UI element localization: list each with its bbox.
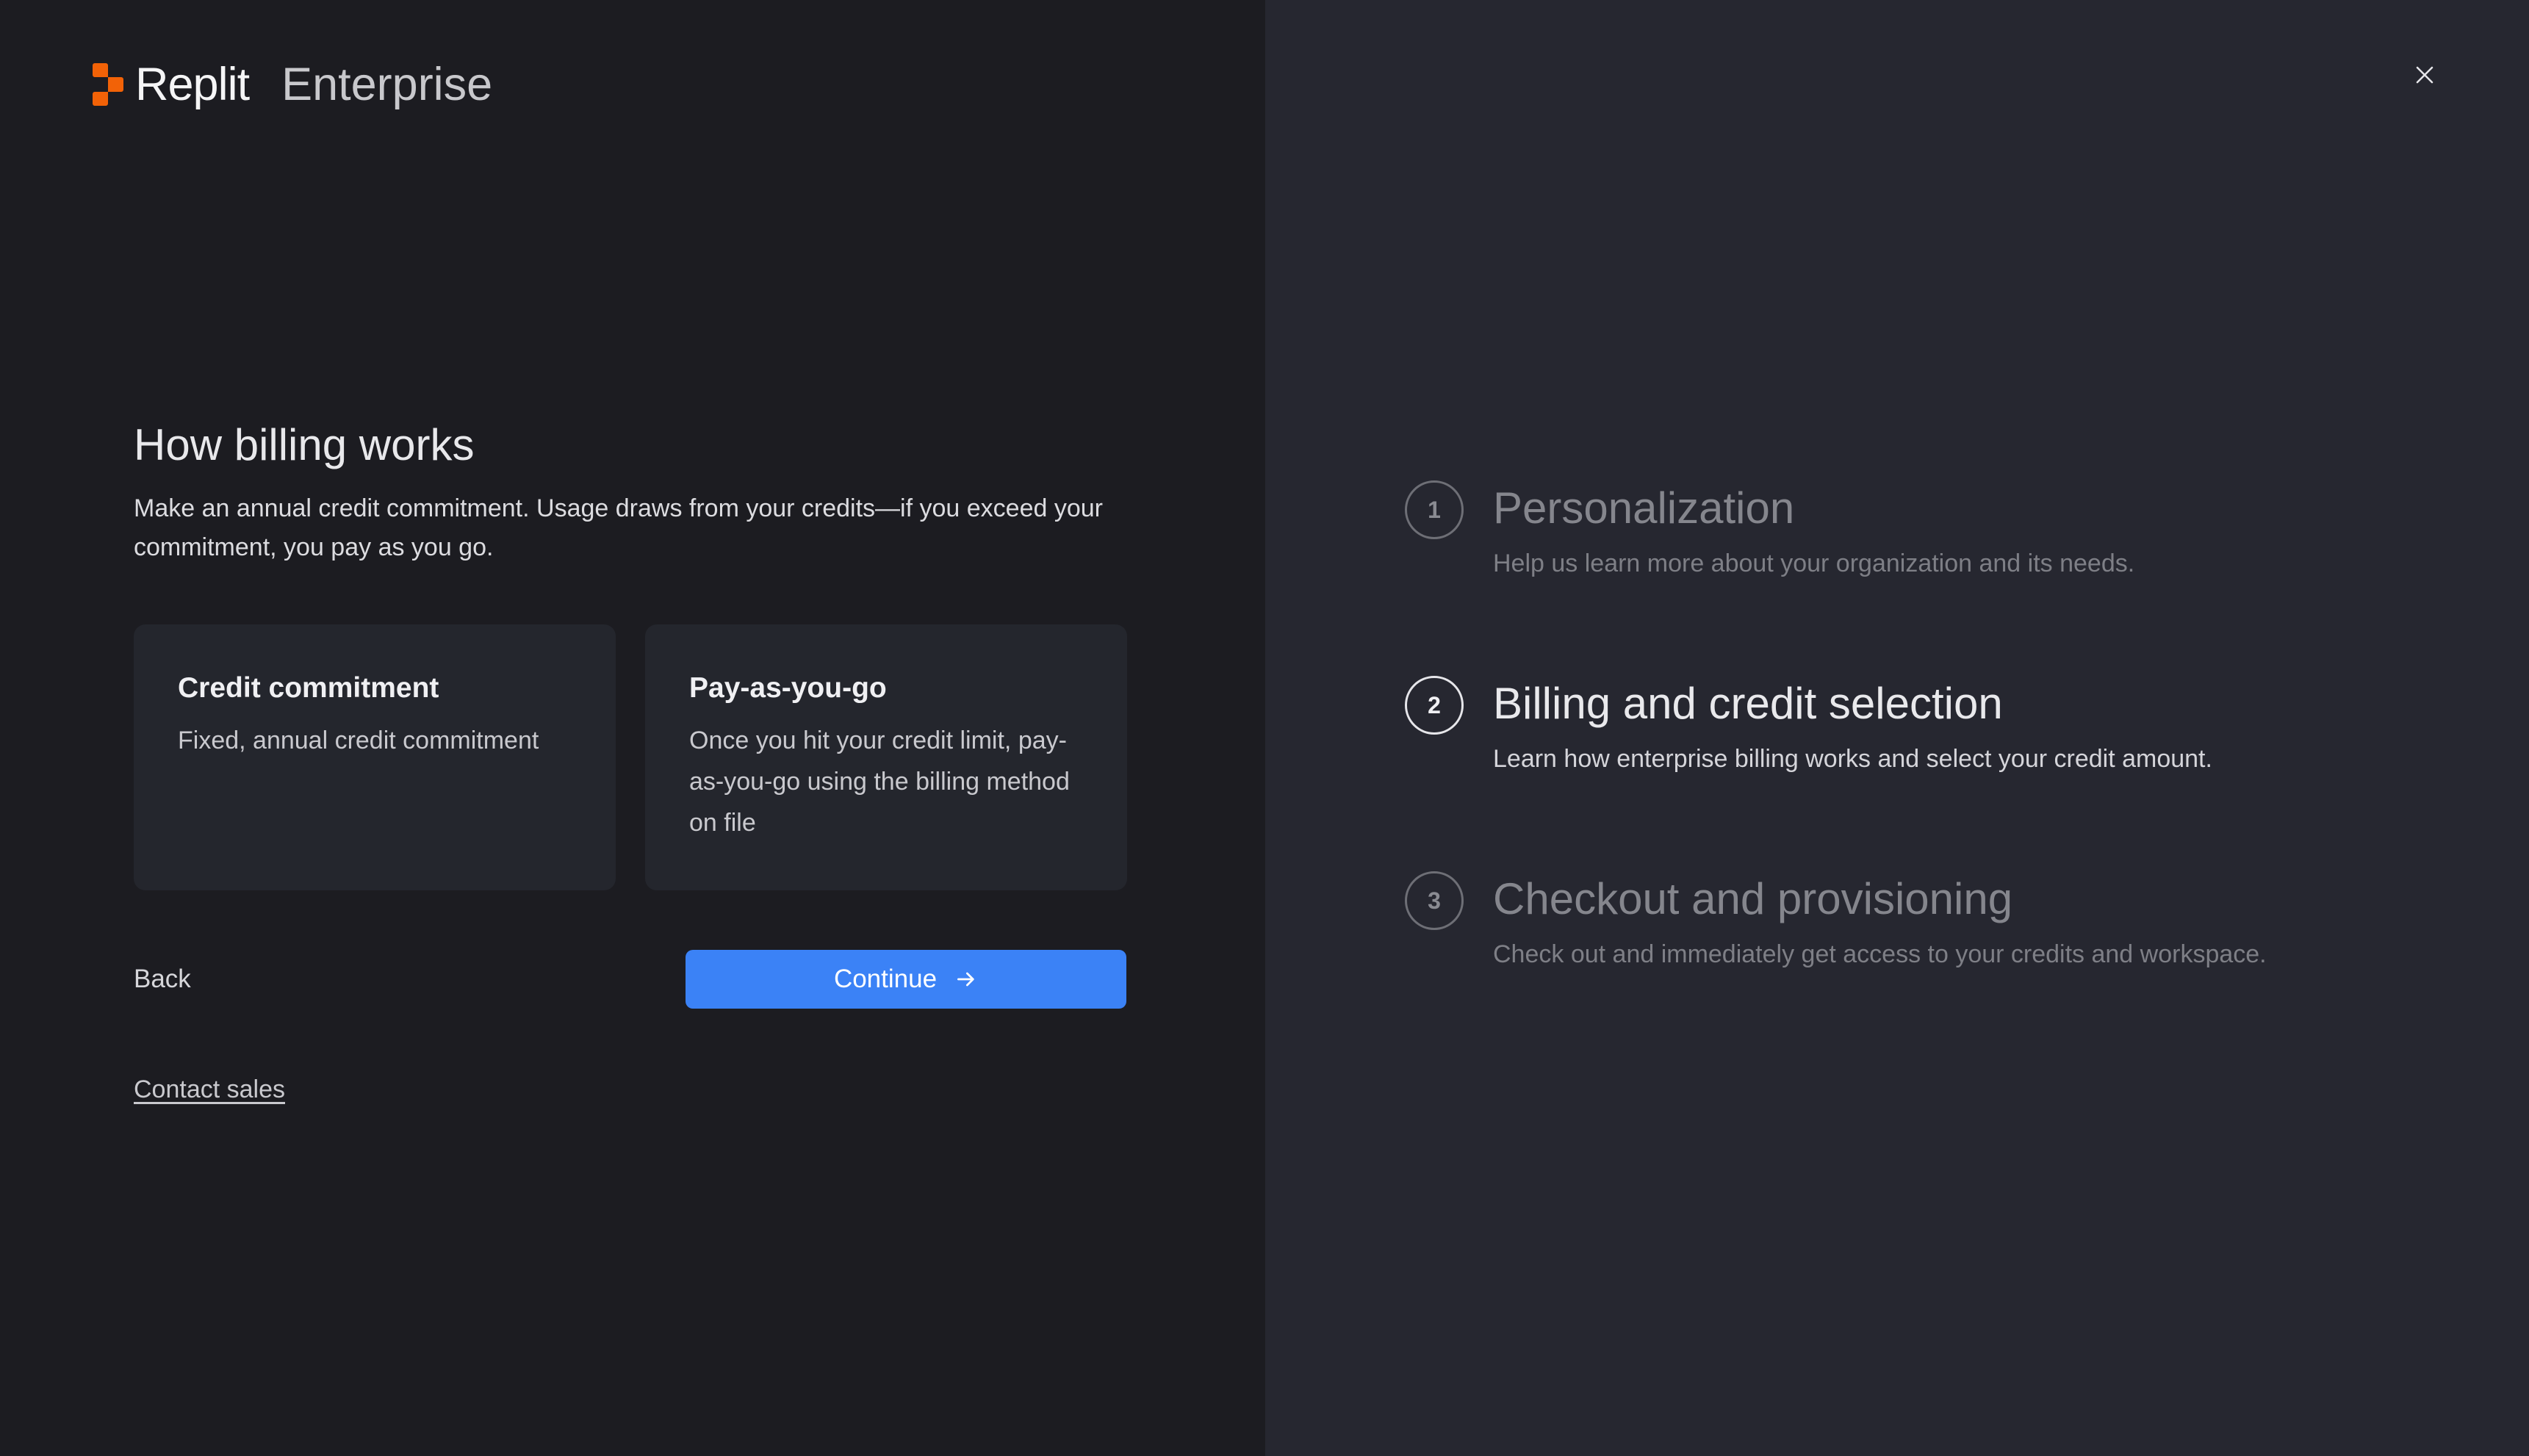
pay-as-you-go-card: Pay-as-you-go Once you hit your credit l… [645, 624, 1127, 890]
page-intro: Make an annual credit commitment. Usage … [134, 494, 1103, 561]
brand-product-name: Enterprise [281, 58, 493, 110]
step-description: Learn how enterprise billing works and s… [1493, 745, 2212, 773]
close-icon [2416, 66, 2433, 84]
step-number-badge: 3 [1405, 871, 1464, 930]
step-number-badge: 2 [1405, 676, 1464, 735]
left-panel: Replit Enterprise How billing works Make… [0, 0, 1265, 1456]
brand-wordmark: Replit [135, 58, 250, 110]
step-description: Help us learn more about your organizati… [1493, 549, 2135, 577]
card-description: Fixed, annual credit commitment [178, 727, 539, 754]
contact-sales-link[interactable]: Contact sales [134, 1071, 285, 1108]
card-title: Credit commitment [178, 672, 439, 704]
step-title: Checkout and provisioning [1493, 874, 2013, 923]
step-title: Personalization [1493, 483, 1795, 533]
card-description: Once you hit your credit limit, pay-as-y… [689, 727, 1070, 837]
step-description: Check out and immediately get access to … [1493, 940, 2267, 968]
step-number-badge: 1 [1405, 480, 1464, 539]
back-button[interactable]: Back [134, 961, 191, 998]
page-title: How billing works [134, 420, 475, 469]
replit-logo-icon [93, 63, 123, 106]
close-button[interactable] [2410, 60, 2439, 90]
continue-button-label: Continue [833, 965, 938, 993]
card-title: Pay-as-you-go [689, 672, 887, 704]
brand-logo[interactable]: Replit Enterprise [93, 60, 492, 109]
credit-commitment-card: Credit commitment Fixed, annual credit c… [134, 624, 616, 890]
continue-button[interactable]: Continue [686, 950, 1126, 1009]
arrow-right-icon [957, 972, 974, 987]
step-title: Billing and credit selection [1493, 679, 2003, 728]
